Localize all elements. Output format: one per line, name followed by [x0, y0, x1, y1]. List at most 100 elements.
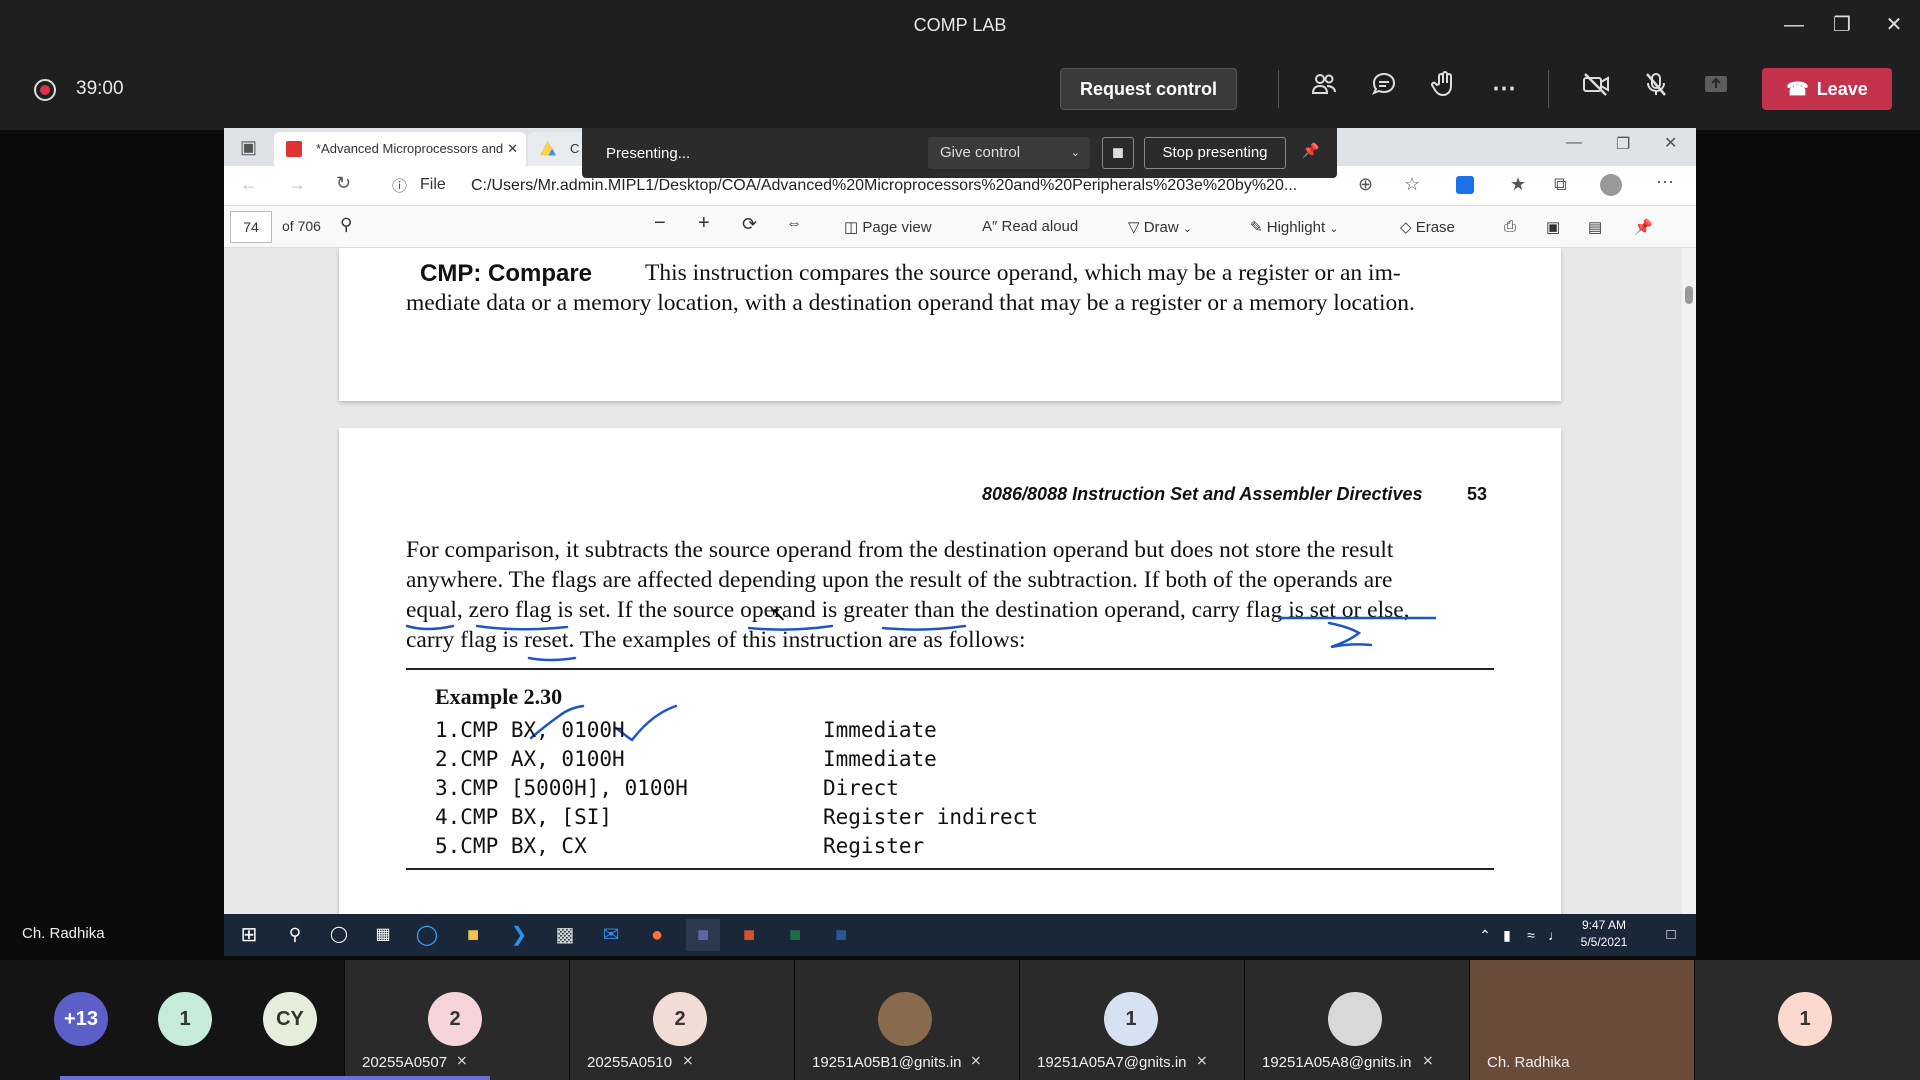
- excel-icon[interactable]: ■: [778, 919, 812, 951]
- highlight-dropdown-icon[interactable]: ⌄: [1329, 223, 1338, 235]
- more-options-icon[interactable]: ⋯: [1484, 70, 1524, 108]
- save-icon[interactable]: ▣: [1546, 218, 1560, 236]
- minimize-icon[interactable]: —: [1774, 8, 1814, 42]
- participants-icon[interactable]: [1304, 70, 1344, 108]
- chat-icon[interactable]: [1364, 70, 1404, 108]
- muted-mic-icon: ⨯: [970, 1052, 982, 1068]
- browser-tab-pdf[interactable]: *Advanced Microprocessors and ✕: [274, 132, 526, 166]
- browser-minimize-icon[interactable]: —: [1566, 134, 1582, 152]
- zoom-icon[interactable]: ⊕: [1358, 174, 1373, 195]
- browser-tab-drive[interactable]: C: [528, 132, 588, 166]
- example-code: 5.CMP BX, CX: [435, 834, 587, 858]
- task-view-icon[interactable]: ▦: [366, 919, 400, 951]
- meeting-timer: 39:00: [76, 78, 124, 99]
- print-icon[interactable]: ⎙: [1504, 218, 1516, 235]
- camera-off-icon[interactable]: [1576, 70, 1616, 108]
- restore-icon[interactable]: ❐: [1822, 8, 1862, 42]
- browser-close-icon[interactable]: ✕: [1664, 133, 1677, 153]
- store-icon[interactable]: ▩: [548, 919, 582, 951]
- muted-mic-icon: ⨯: [456, 1052, 468, 1068]
- clock-date: 5/5/2021: [1580, 935, 1628, 949]
- avatar[interactable]: [878, 992, 932, 1046]
- collections-icon[interactable]: ⧉: [1554, 174, 1567, 195]
- refresh-icon[interactable]: ↻: [336, 173, 351, 194]
- page-view-icon: ◫: [844, 219, 859, 236]
- raise-hand-icon[interactable]: [1424, 70, 1464, 108]
- read-aloud-button[interactable]: A″ Read aloud: [982, 218, 1078, 235]
- url-field[interactable]: C:/Users/Mr.admin.MIPL1/Desktop/COA/Adva…: [471, 177, 1371, 195]
- stop-presenting-button[interactable]: Stop presenting: [1144, 137, 1286, 169]
- tab-actions-icon[interactable]: ▣: [240, 137, 257, 158]
- word-icon[interactable]: ■: [824, 919, 858, 951]
- tab-title: C: [570, 141, 580, 156]
- notification-icon[interactable]: □: [1654, 919, 1688, 951]
- pin-toolbar-icon[interactable]: 📌: [1634, 218, 1653, 236]
- leave-button[interactable]: ☎ Leave: [1762, 68, 1892, 110]
- save-as-icon[interactable]: ▤: [1588, 218, 1602, 236]
- teams-icon[interactable]: ■: [686, 919, 720, 951]
- participant-name: 20255A0507: [362, 1054, 448, 1071]
- search-icon[interactable]: ⚲: [278, 919, 312, 951]
- avatar[interactable]: 1: [1104, 992, 1158, 1046]
- avatar[interactable]: 2: [653, 992, 707, 1046]
- forward-icon[interactable]: →: [288, 174, 306, 195]
- muted-mic-icon: ⨯: [1196, 1052, 1208, 1068]
- cmp-text-line1: This instruction compares the source ope…: [645, 260, 1401, 286]
- give-control-dropdown[interactable]: Give control ⌄: [928, 137, 1090, 169]
- close-icon[interactable]: ✕: [1874, 8, 1914, 42]
- avatar[interactable]: CY: [263, 992, 317, 1046]
- read-aloud-label: Read aloud: [1001, 218, 1079, 235]
- browser-menu-icon[interactable]: ⋯: [1656, 172, 1674, 193]
- rotate-icon[interactable]: ⟳: [742, 214, 757, 235]
- toolbar-divider: [1278, 70, 1279, 108]
- avatar[interactable]: 2: [428, 992, 482, 1046]
- avatar[interactable]: +13: [54, 992, 108, 1046]
- powerpoint-icon[interactable]: ■: [732, 919, 766, 951]
- zoom-out-icon[interactable]: −: [654, 212, 666, 235]
- share-tray-icon[interactable]: [1696, 70, 1736, 108]
- file-explorer-icon[interactable]: ■: [456, 919, 490, 951]
- mail-icon[interactable]: ✉: [594, 919, 628, 951]
- draw-button[interactable]: ▽ Draw ⌄: [1128, 218, 1192, 236]
- fit-page-icon[interactable]: ⇔: [786, 215, 802, 233]
- shared-screen: ▣ *Advanced Microprocessors and ✕ C — ❐ …: [224, 128, 1696, 914]
- firefox-icon[interactable]: ●: [640, 919, 674, 951]
- favorites-icon[interactable]: ★: [1510, 174, 1526, 195]
- favorite-add-icon[interactable]: ☆: [1404, 174, 1420, 195]
- highlight-button[interactable]: ✎ Highlight ⌄: [1250, 218, 1339, 236]
- start-icon[interactable]: ⊞: [232, 919, 266, 951]
- tab-close-icon[interactable]: ✕: [507, 132, 518, 166]
- scrollbar-thumb[interactable]: [1685, 286, 1693, 304]
- vscode-icon[interactable]: ❯: [502, 919, 536, 951]
- example-row: 1.CMP BX, 0100H Immediate: [435, 718, 937, 747]
- page-view-label: Page view: [862, 219, 932, 236]
- mic-off-icon[interactable]: [1636, 70, 1676, 108]
- avatar[interactable]: 1: [1778, 992, 1832, 1046]
- request-control-button[interactable]: Request control: [1060, 68, 1237, 110]
- info-icon[interactable]: ⓘ: [392, 175, 407, 196]
- erase-button[interactable]: ◇ Erase: [1400, 218, 1455, 236]
- participant-name: 19251A05A7@gnits.in: [1037, 1054, 1187, 1071]
- pdf-search-icon[interactable]: ⚲: [340, 215, 352, 235]
- pdf-page-73: CMP: Compare This instruction compares t…: [339, 248, 1561, 401]
- taskbar-clock[interactable]: 9:47 AM 5/5/2021: [1574, 917, 1634, 951]
- pdf-scrollbar[interactable]: [1682, 248, 1696, 914]
- page-view-button[interactable]: ◫ Page view: [844, 218, 932, 236]
- avatar[interactable]: [1328, 992, 1382, 1046]
- page-number-input[interactable]: 74: [230, 211, 272, 243]
- zoom-in-icon[interactable]: +: [698, 212, 710, 235]
- draw-dropdown-icon[interactable]: ⌄: [1183, 223, 1192, 235]
- window-title: COMP LAB: [913, 15, 1007, 35]
- back-icon[interactable]: ←: [240, 174, 258, 195]
- avatar[interactable]: 1: [158, 992, 212, 1046]
- example-row: 5.CMP BX, CX Register: [435, 834, 924, 863]
- edge-icon[interactable]: ◯: [410, 919, 444, 951]
- extension-icon[interactable]: [1456, 176, 1474, 194]
- stop-sharing-icon[interactable]: ◼: [1102, 137, 1134, 169]
- example-rule-top: [406, 668, 1494, 670]
- profile-avatar[interactable]: [1600, 174, 1622, 196]
- browser-restore-icon[interactable]: ❐: [1616, 134, 1630, 154]
- drive-icon: [540, 141, 556, 156]
- cortana-icon[interactable]: ◯: [322, 919, 356, 951]
- pin-icon[interactable]: 📌: [1302, 142, 1319, 159]
